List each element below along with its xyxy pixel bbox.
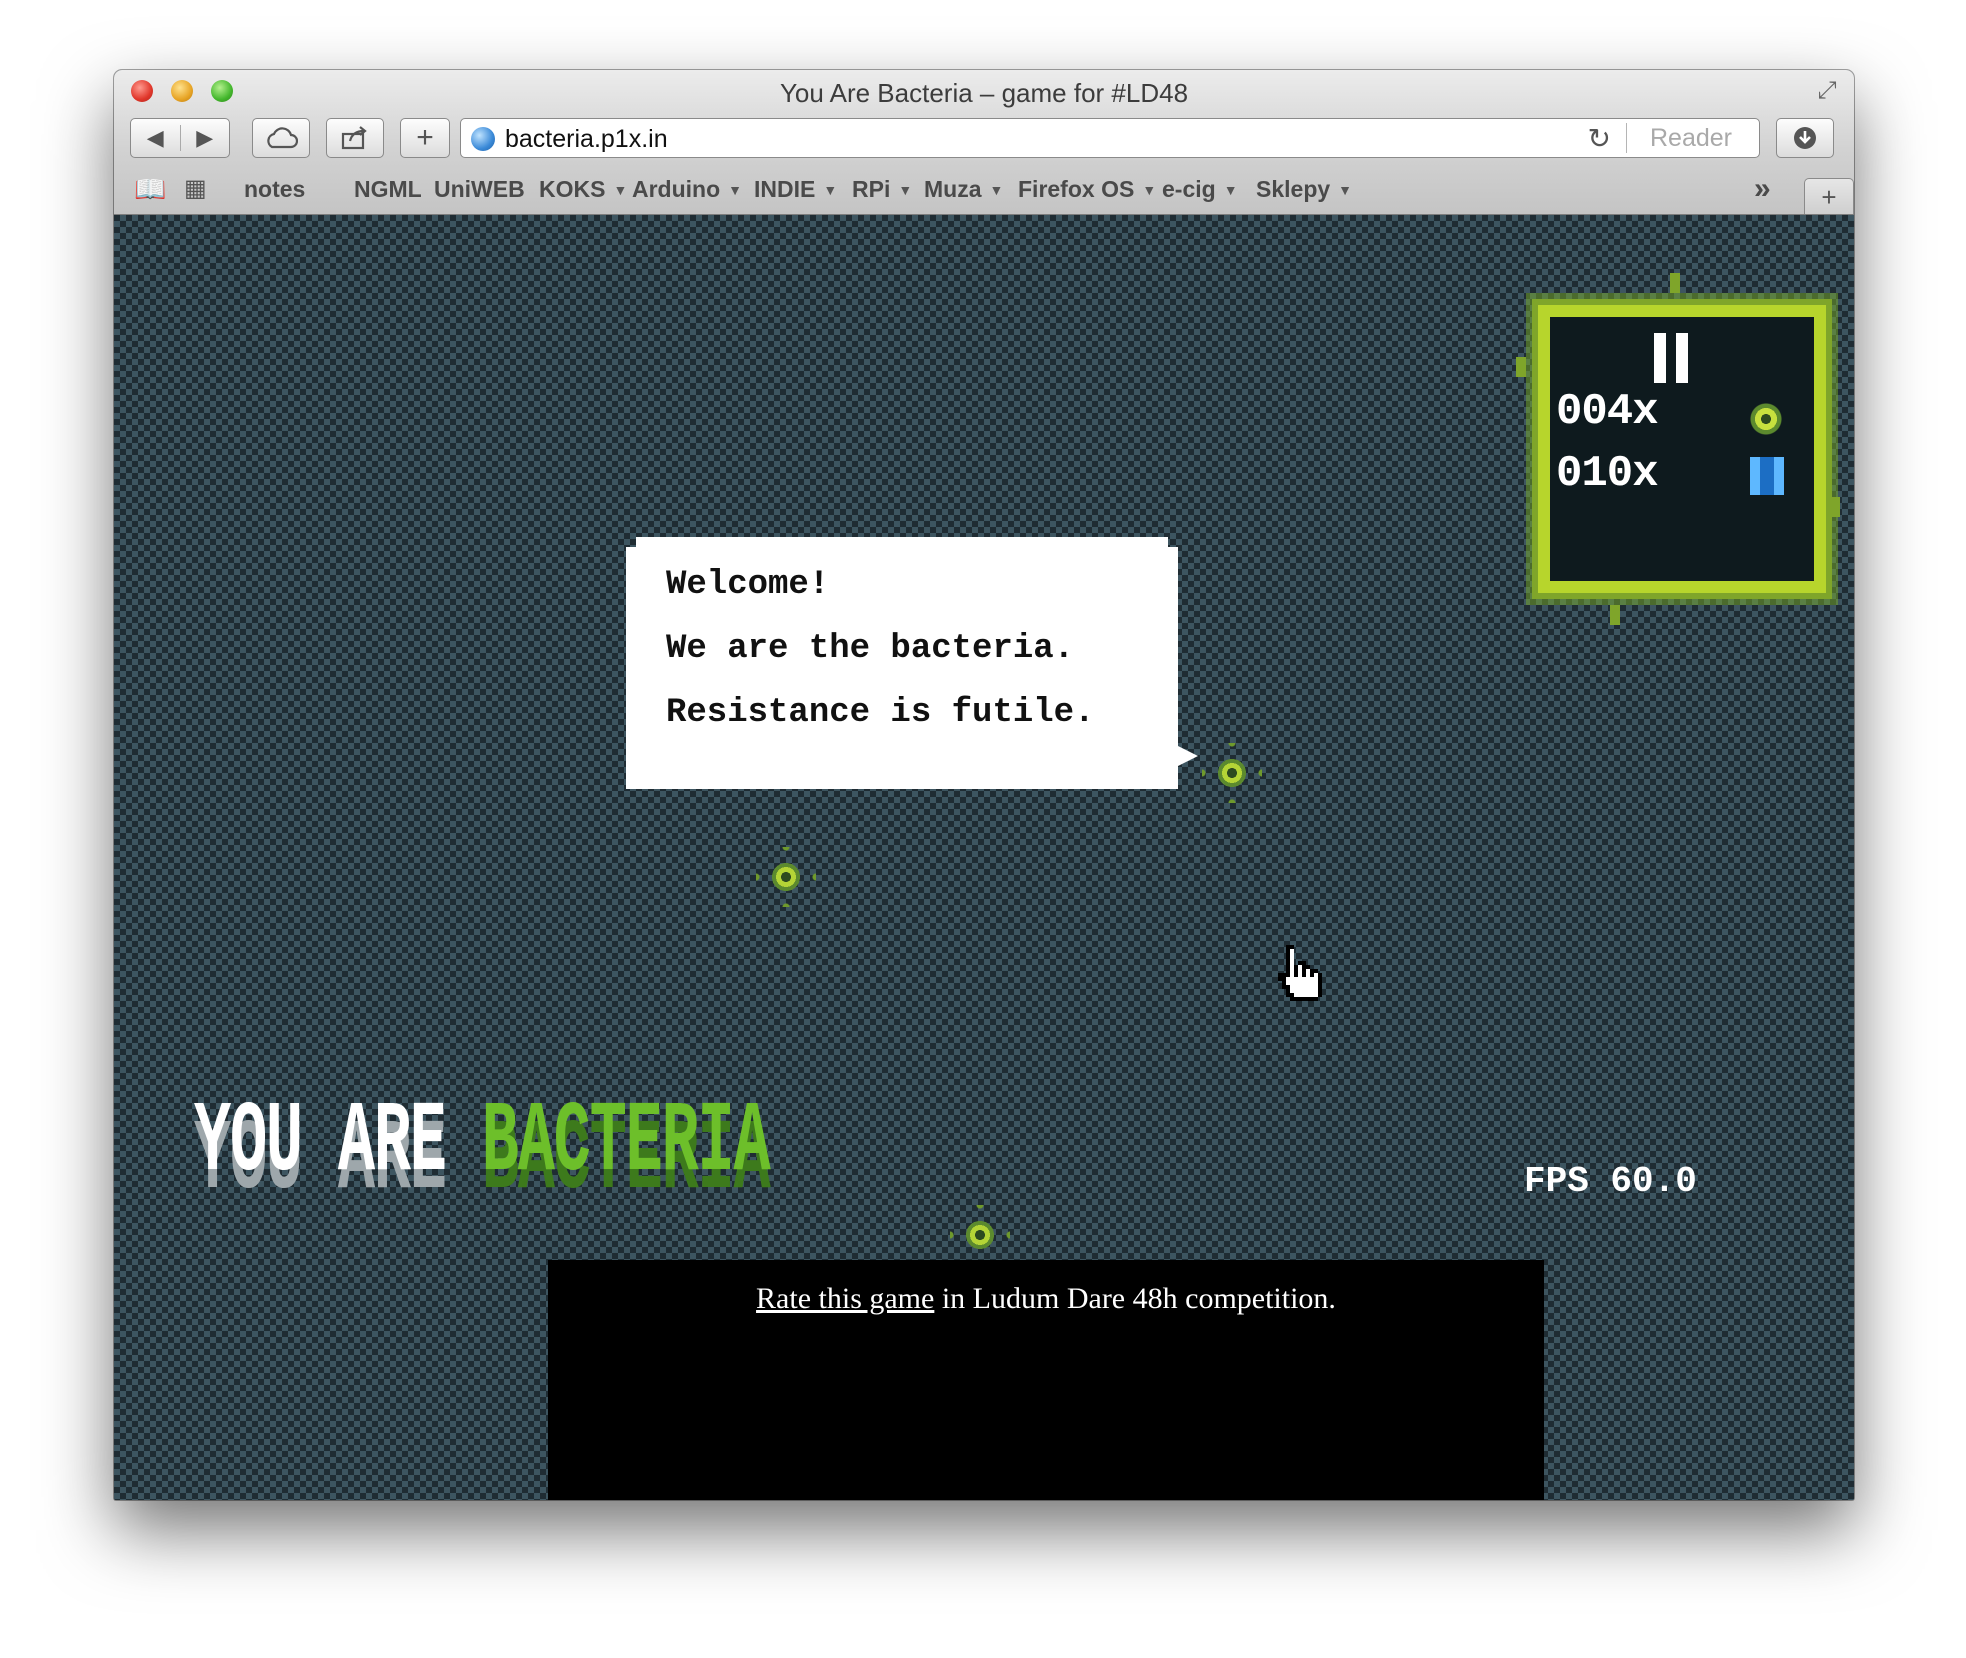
rate-footer: Rate this game in Ludum Dare 48h competi… [548, 1260, 1544, 1500]
chevron-down-icon: ▼ [1223, 181, 1238, 198]
fullscreen-icon[interactable]: ⤢ [1814, 78, 1840, 104]
bookmark-item[interactable]: UniWEB [434, 176, 525, 203]
cloud-icon [267, 127, 298, 149]
chevron-down-icon: ▼ [1142, 181, 1157, 198]
chevron-down-icon: ▼ [728, 181, 743, 198]
dialog-bubble: Welcome! We are the bacteria. Resistance… [626, 537, 1178, 789]
bookmark-item[interactable]: notes [244, 176, 305, 203]
rate-text: Rate this game in Ludum Dare 48h competi… [548, 1282, 1544, 1316]
hud-spike [1670, 273, 1680, 293]
title-bar: You Are Bacteria – game for #LD48 ⤢ [114, 70, 1854, 114]
back-forward-group: ◀ ▶ [130, 118, 230, 158]
bacteria-sprite[interactable] [756, 847, 816, 907]
dialog-line-3: Resistance is futile. [666, 694, 1095, 732]
add-bookmark-button[interactable]: + [400, 118, 450, 158]
bookmark-item[interactable]: Firefox OS ▼ [1018, 176, 1156, 203]
bookmark-label: Arduino [632, 176, 721, 202]
icloud-tabs-button[interactable] [252, 118, 310, 158]
bookmark-label: Firefox OS [1018, 176, 1135, 202]
game-logo: YOU ARE BACTERIA [194, 1087, 771, 1200]
bookmark-label: UniWEB [434, 176, 525, 202]
toolbar: ◀ ▶ + bacteria.p1x.in ↻ Reader [114, 118, 1854, 164]
bookmarks-overflow-icon[interactable]: » [1754, 172, 1771, 206]
pill-count: 010x [1556, 449, 1659, 499]
browser-chrome: You Are Bacteria – game for #LD48 ⤢ ◀ ▶ … [114, 70, 1854, 215]
bookmarks-book-icon[interactable]: 📖 [134, 174, 166, 205]
hand-cursor-icon [1278, 945, 1322, 1001]
browser-window: You Are Bacteria – game for #LD48 ⤢ ◀ ▶ … [114, 70, 1854, 1500]
hud-spike [1830, 497, 1840, 517]
bacteria-sprite[interactable] [950, 1205, 1010, 1265]
rate-suffix: in Ludum Dare 48h competition. [934, 1282, 1336, 1315]
hud-spike [1516, 357, 1526, 377]
hud-panel: 004x 010x [1516, 273, 1840, 625]
globe-icon [471, 127, 495, 151]
bacteria-counter-icon [1746, 399, 1786, 439]
bookmarks-bar: 📖 ▦ notes NGML UniWEB KOKS ▼ Arduino ▼ INDIE ▼ RP… [114, 170, 1854, 214]
chevron-down-icon: ▼ [613, 181, 628, 198]
url-text[interactable]: bacteria.p1x.in [505, 125, 668, 154]
bacteria-sprite[interactable] [1202, 743, 1262, 803]
dialog-line-1: Welcome! [666, 566, 830, 604]
share-icon [341, 126, 367, 150]
bookmark-item[interactable]: NGML [354, 176, 422, 203]
chevron-down-icon: ▼ [823, 181, 838, 198]
hud-spike [1610, 605, 1620, 625]
download-icon [1794, 127, 1816, 149]
game-canvas[interactable]: Welcome! We are the bacteria. Resistance… [114, 215, 1854, 1500]
dialog-line-2: We are the bacteria. [666, 630, 1075, 668]
bookmark-item[interactable]: INDIE ▼ [754, 176, 837, 203]
address-bar[interactable]: bacteria.p1x.in ↻ Reader [460, 118, 1760, 158]
new-tab-button[interactable]: + [1804, 178, 1854, 214]
back-button[interactable]: ◀ [131, 125, 180, 151]
bookmark-label: RPi [852, 176, 891, 202]
rate-game-link[interactable]: Rate this game [756, 1282, 934, 1315]
pill-counter-icon [1750, 457, 1784, 495]
bookmark-item[interactable]: Muza ▼ [924, 176, 1003, 203]
reader-button[interactable]: Reader [1626, 123, 1755, 153]
dialog-bubble-tail [1176, 745, 1198, 767]
fps-counter: FPS 60.0 [1524, 1161, 1697, 1202]
top-sites-grid-icon[interactable]: ▦ [184, 174, 207, 203]
bookmark-label: Muza [924, 176, 982, 202]
chevron-down-icon: ▼ [898, 181, 913, 198]
reload-icon[interactable]: ↻ [1588, 122, 1611, 155]
bacteria-count: 004x [1556, 387, 1659, 437]
bookmark-item[interactable]: Sklepy ▼ [1256, 176, 1352, 203]
downloads-button[interactable] [1776, 118, 1834, 158]
bookmark-item[interactable]: e-cig ▼ [1162, 176, 1238, 203]
bookmark-item[interactable]: Arduino ▼ [632, 176, 742, 203]
chevron-down-icon: ▼ [1338, 181, 1353, 198]
bookmark-label: e-cig [1162, 176, 1216, 202]
pause-icon[interactable] [1652, 333, 1692, 383]
window-title: You Are Bacteria – game for #LD48 [779, 78, 1189, 108]
logo-part-1: YOU ARE [194, 1087, 447, 1200]
bookmark-label: INDIE [754, 176, 816, 202]
share-button[interactable] [326, 118, 384, 158]
bookmark-label: notes [244, 176, 306, 202]
chevron-down-icon: ▼ [989, 181, 1004, 198]
bookmark-label: Sklepy [1256, 176, 1331, 202]
bookmark-label: KOKS [539, 176, 606, 202]
logo-part-2: BACTERIA [481, 1087, 771, 1200]
bookmark-label: NGML [354, 176, 422, 202]
bookmark-item[interactable]: RPi ▼ [852, 176, 912, 203]
bookmark-item[interactable]: KOKS ▼ [539, 176, 627, 203]
forward-button[interactable]: ▶ [181, 125, 230, 151]
